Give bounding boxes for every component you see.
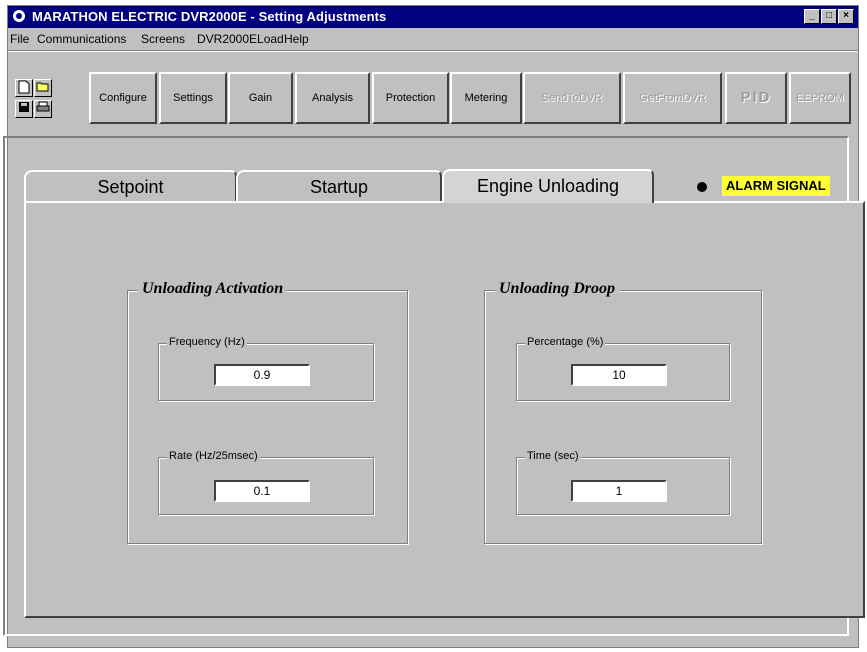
tab-setpoint[interactable]: Setpoint	[24, 170, 237, 202]
time-label: Time (sec)	[525, 450, 581, 462]
title-bar[interactable]: MARATHON ELECTRIC DVR2000E - Setting Adj…	[8, 6, 858, 28]
protection-button[interactable]: Protection	[372, 72, 449, 124]
frequency-input[interactable]: 0.9	[214, 364, 310, 386]
menu-screens[interactable]: Screens	[141, 32, 185, 46]
toolbar-divider	[8, 50, 858, 52]
percentage-label: Percentage (%)	[525, 336, 606, 348]
open-folder-icon[interactable]	[34, 79, 52, 97]
pid-button[interactable]: PID	[725, 72, 787, 124]
menu-file[interactable]: File	[10, 32, 29, 46]
menu-dvr2000eload[interactable]: DVR2000ELoad	[197, 32, 284, 46]
settings-button[interactable]: Settings	[159, 72, 227, 124]
unloading-activation-title: Unloading Activation	[138, 280, 288, 298]
alarm-signal-label: ALARM SIGNAL	[722, 176, 830, 196]
tab-startup[interactable]: Startup	[236, 170, 442, 202]
new-document-icon[interactable]	[15, 79, 33, 97]
menu-bar: File Communications Screens DVR2000ELoad…	[8, 29, 858, 49]
maximize-button[interactable]: □	[821, 9, 837, 24]
rate-input[interactable]: 0.1	[214, 480, 310, 502]
menu-communications[interactable]: Communications	[37, 32, 126, 46]
save-disk-icon[interactable]	[15, 100, 33, 118]
minimize-button[interactable]: _	[804, 9, 820, 24]
menu-help[interactable]: Help	[284, 32, 309, 46]
configure-button[interactable]: Configure	[89, 72, 157, 124]
metering-button[interactable]: Metering	[450, 72, 522, 124]
rate-label: Rate (Hz/25msec)	[167, 450, 260, 462]
tab-engine-unloading[interactable]: Engine Unloading	[442, 169, 654, 203]
eeprom-button[interactable]: EEPROM	[789, 72, 851, 124]
gain-button[interactable]: Gain	[228, 72, 293, 124]
printer-icon[interactable]	[34, 100, 52, 118]
window-title: MARATHON ELECTRIC DVR2000E - Setting Adj…	[32, 9, 387, 24]
time-input[interactable]: 1	[571, 480, 667, 502]
alarm-indicator-icon	[697, 182, 707, 192]
unloading-droop-title: Unloading Droop	[495, 280, 620, 298]
send-to-dvr-button[interactable]: SendToDVR	[523, 72, 621, 124]
close-button[interactable]: ×	[838, 9, 854, 24]
percentage-input[interactable]: 10	[571, 364, 667, 386]
analysis-button[interactable]: Analysis	[295, 72, 370, 124]
get-from-dvr-button[interactable]: GetFromDVR	[623, 72, 722, 124]
frequency-label: Frequency (Hz)	[167, 336, 247, 348]
app-logo-icon[interactable]	[11, 8, 27, 24]
